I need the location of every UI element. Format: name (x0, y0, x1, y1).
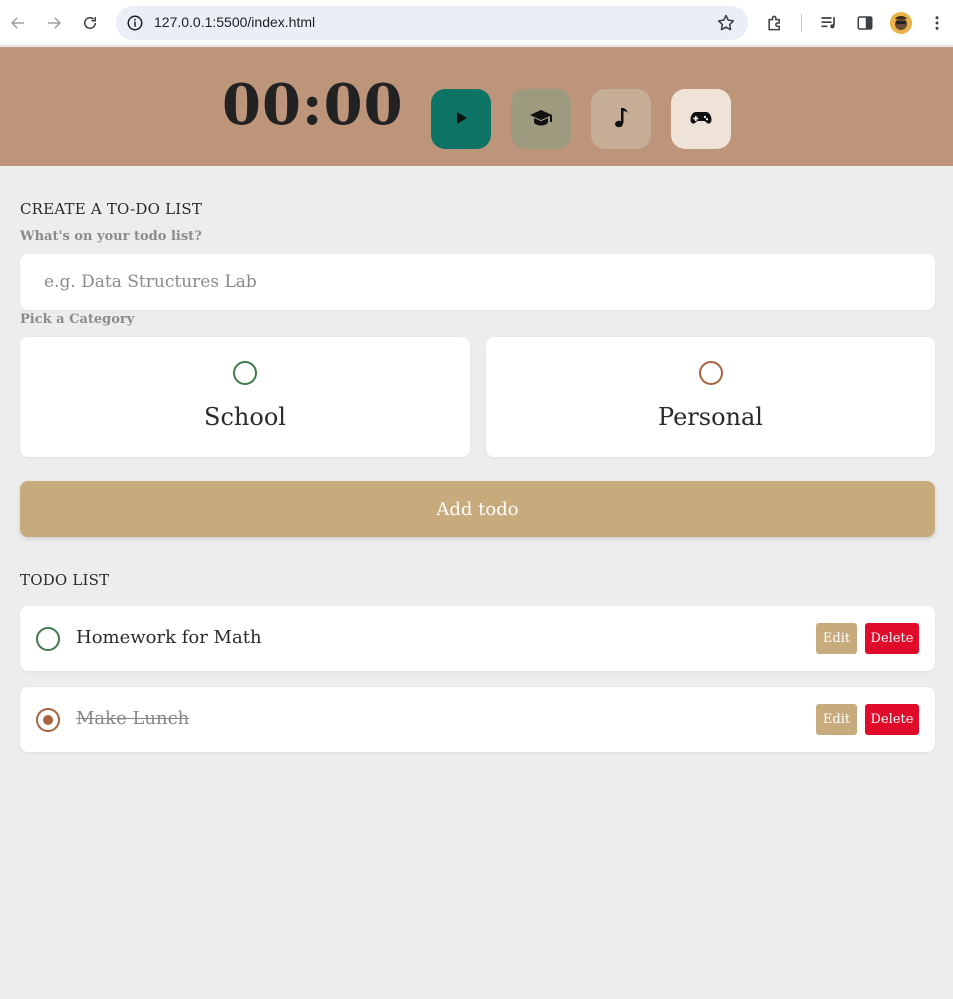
checked-dot (43, 715, 53, 725)
delete-button[interactable]: Delete (865, 704, 919, 735)
gamepad-icon (690, 110, 712, 129)
todo-item: Homework for Math Edit Delete (20, 606, 935, 671)
game-button[interactable] (671, 89, 731, 149)
todo-input-label: What's on your todo list? (20, 229, 202, 244)
reload-icon[interactable] (78, 11, 102, 35)
info-icon[interactable] (126, 14, 144, 32)
avatar[interactable] (890, 12, 912, 34)
create-todo-title: CREATE A TO-DO LIST (20, 200, 203, 218)
graduation-cap-icon (529, 108, 553, 131)
delete-button[interactable]: Delete (865, 623, 919, 654)
category-personal-label: Personal (658, 403, 763, 431)
todo-input[interactable] (20, 254, 935, 310)
timer-display: 00:00 (222, 72, 404, 138)
add-todo-button[interactable]: Add todo (20, 481, 935, 537)
back-arrow-icon[interactable] (6, 11, 30, 35)
side-panel-icon[interactable] (854, 12, 876, 34)
todo-done-checkbox[interactable] (36, 708, 60, 732)
todo-list-title: TODO LIST (20, 571, 110, 589)
forward-arrow-icon[interactable] (42, 11, 66, 35)
play-button[interactable] (431, 89, 491, 149)
category-label: Pick a Category (20, 312, 135, 327)
address-bar[interactable]: 127.0.0.1:5500/index.html (116, 6, 748, 40)
study-mode-button[interactable] (511, 89, 571, 149)
menu-icon[interactable] (926, 12, 948, 34)
toolbar-divider (801, 14, 802, 32)
music-button[interactable] (591, 89, 651, 149)
header-bar: 00:00 (0, 47, 953, 166)
media-icon[interactable] (818, 12, 840, 34)
extensions-icon[interactable] (764, 12, 786, 34)
music-note-icon (613, 107, 629, 132)
todo-item-text: Homework for Math (76, 627, 262, 648)
category-school[interactable]: School (20, 337, 470, 457)
star-icon[interactable] (716, 13, 736, 33)
category-school-label: School (204, 403, 286, 431)
browser-toolbar: 127.0.0.1:5500/index.html (0, 0, 953, 46)
todo-done-checkbox[interactable] (36, 627, 60, 651)
todo-item-text: Make Lunch (76, 708, 190, 729)
category-personal[interactable]: Personal (486, 337, 935, 457)
school-radio[interactable] (233, 361, 257, 385)
todo-item: Make Lunch Edit Delete (20, 687, 935, 752)
edit-button[interactable]: Edit (816, 623, 857, 654)
personal-radio[interactable] (698, 361, 723, 385)
url-text: 127.0.0.1:5500/index.html (154, 14, 316, 30)
edit-button[interactable]: Edit (816, 704, 857, 735)
play-icon (454, 111, 468, 128)
